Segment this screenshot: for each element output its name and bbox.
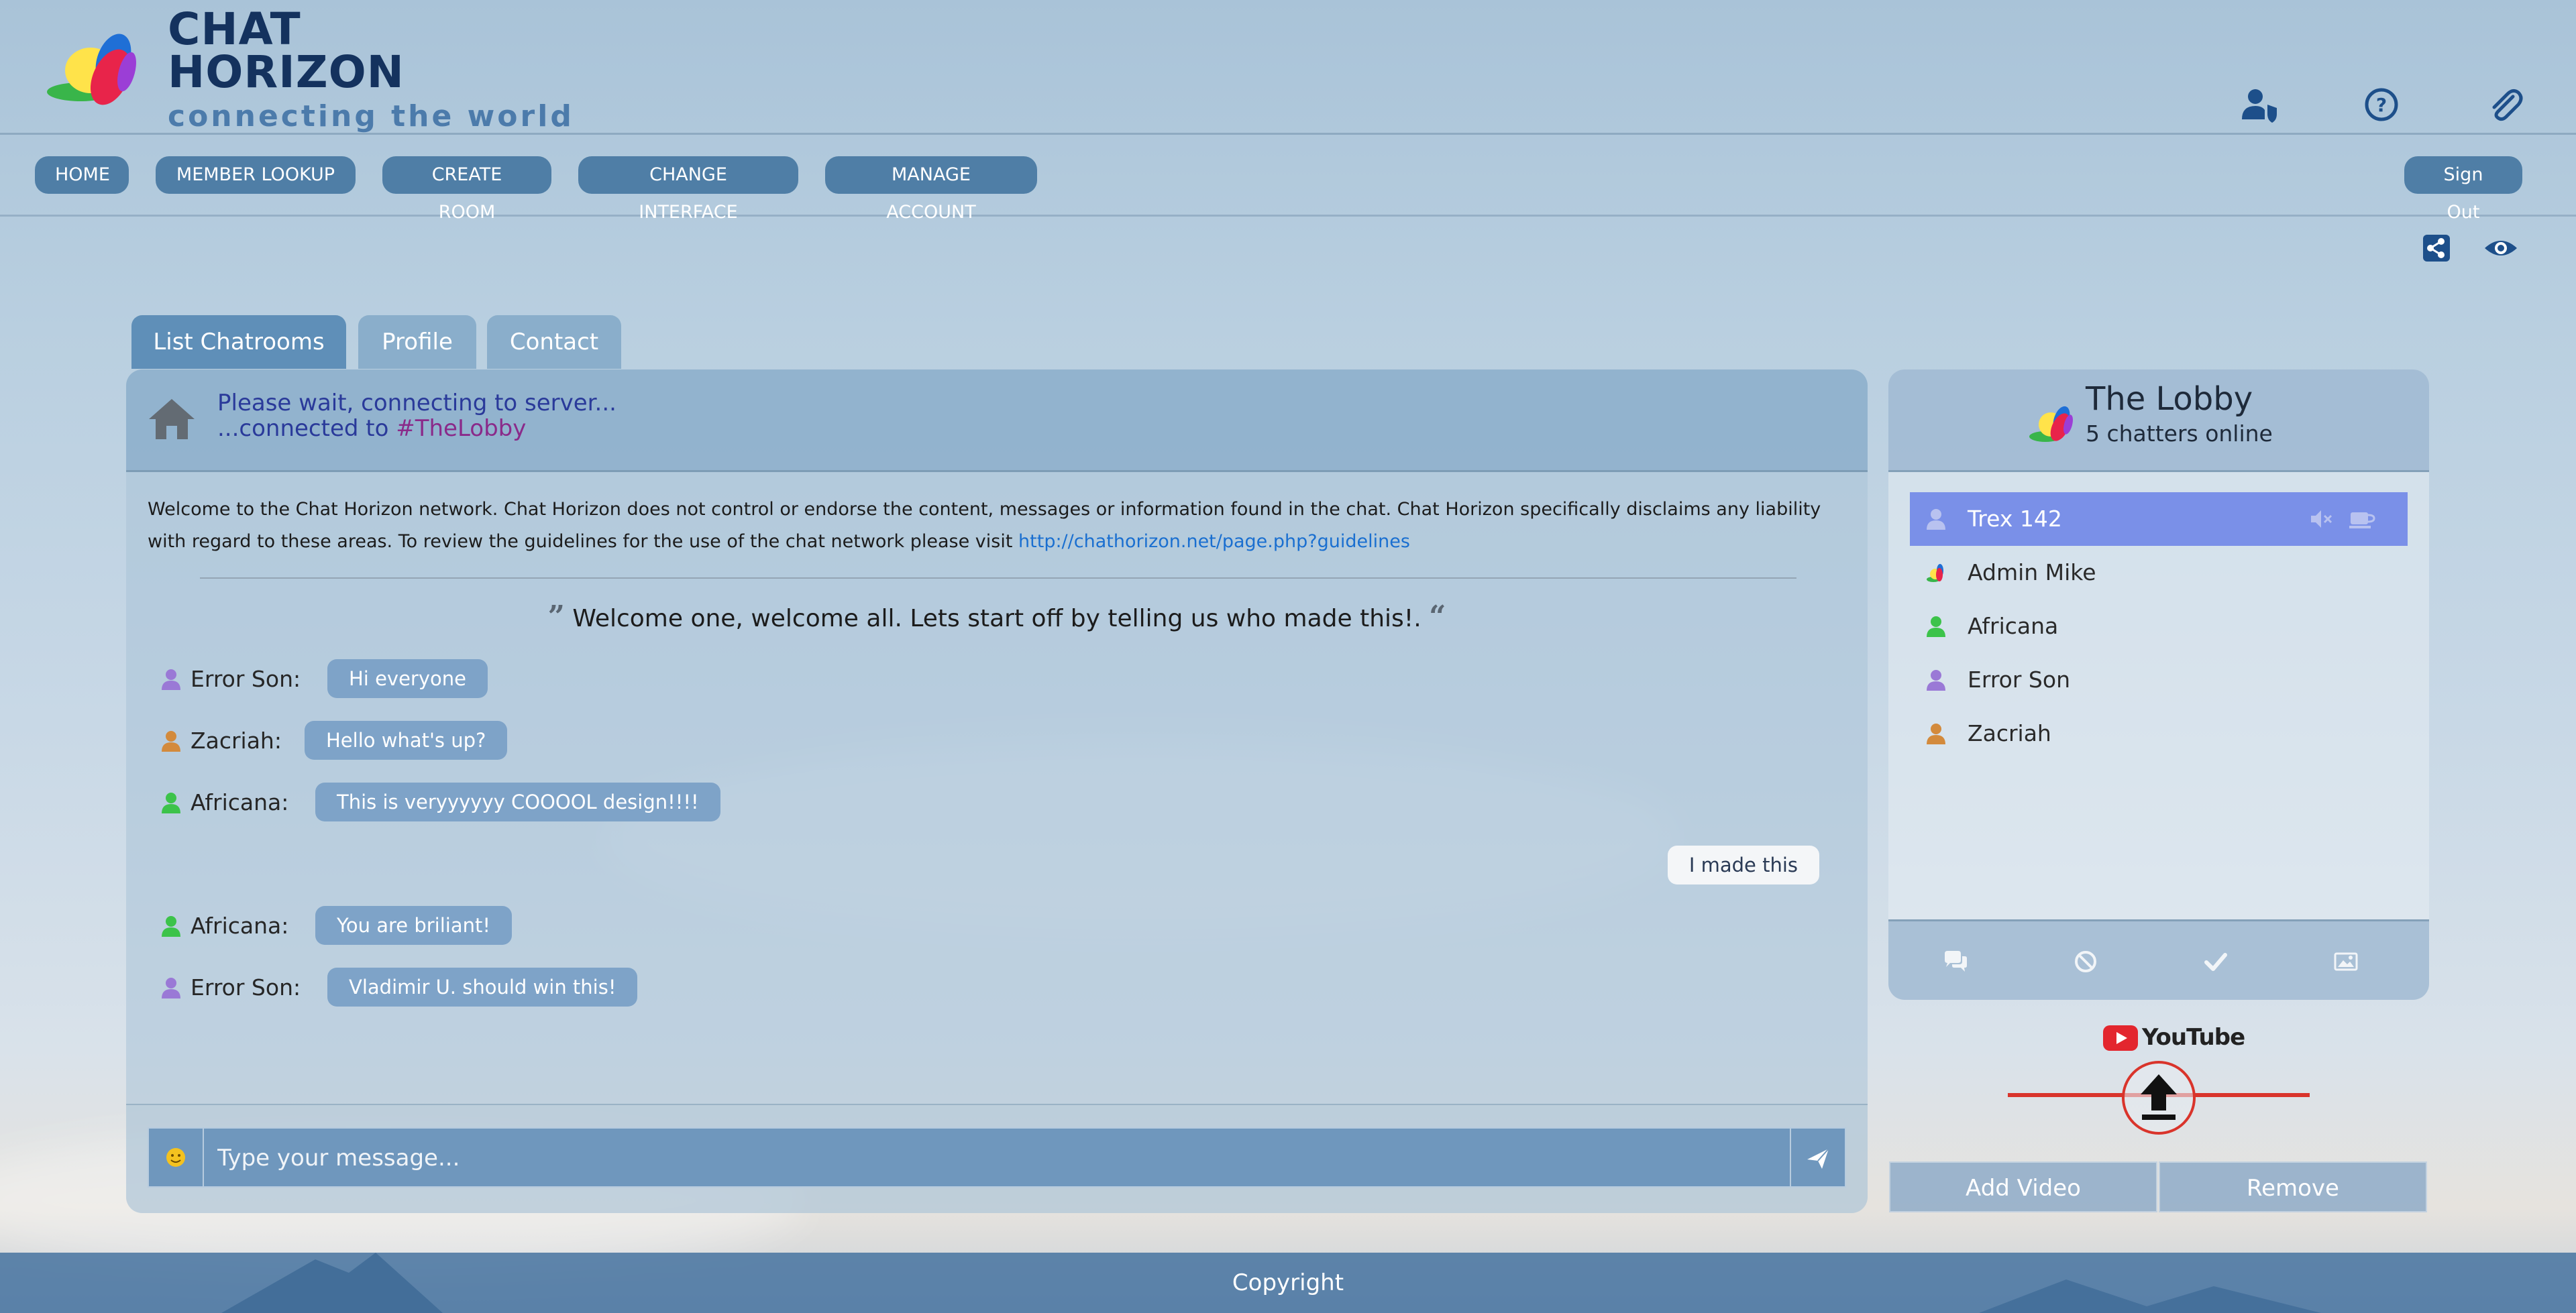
nav-member-lookup-button[interactable]: MEMBER LOOKUP: [156, 156, 356, 194]
chat-status-header: Please wait, connecting to server... ...…: [126, 369, 1868, 472]
sign-out-button[interactable]: Sign Out: [2404, 156, 2522, 223]
site-footer: Copyright: [0, 1253, 2576, 1313]
disclaimer: Welcome to the Chat Horizon network. Cha…: [148, 494, 1838, 558]
user-list-item[interactable]: Trex 142: [1910, 492, 2408, 546]
user-name: Africana: [1968, 613, 2059, 639]
connection-status: Please wait, connecting to server...: [217, 390, 616, 416]
message-author[interactable]: Africana:: [191, 789, 288, 815]
home-icon[interactable]: [146, 396, 197, 441]
own-message-bubble: I made this: [1667, 846, 1819, 884]
youtube-wordmark: YouTube: [2142, 1024, 2245, 1051]
user-icon: [162, 731, 180, 752]
chat-panel: Please wait, connecting to server... ...…: [126, 369, 1868, 1213]
quote-close-icon: “: [1429, 600, 1446, 634]
user-list-item[interactable]: Error Son: [1910, 653, 2408, 707]
user-icon: [1927, 724, 1945, 744]
message-author[interactable]: Africana:: [191, 913, 288, 939]
nav-manage-account-button[interactable]: MANAGE ACCOUNT: [825, 156, 1037, 223]
brand-title-line2: HORIZON: [168, 46, 405, 98]
user-name: Trex 142: [1968, 506, 2062, 532]
youtube-logo: YouTube: [2103, 1023, 2245, 1053]
user-icon: [1927, 670, 1945, 691]
user-shield-icon[interactable]: [2241, 86, 2278, 123]
user-icon: [162, 793, 180, 813]
brand-tagline: connecting the world: [168, 99, 574, 133]
eye-icon[interactable]: [2483, 233, 2518, 263]
message-author[interactable]: Zacriah:: [191, 728, 282, 754]
online-count: 5 chatters online: [2086, 420, 2273, 447]
share-icon[interactable]: [2422, 233, 2451, 263]
site-header: CHAT HORIZON connecting the world ?: [0, 0, 2576, 135]
image-icon[interactable]: [2332, 948, 2359, 975]
brand-title: CHAT HORIZON: [168, 3, 405, 98]
welcome-text: Welcome one, welcome all. Lets start off…: [572, 605, 1421, 632]
user-name: Admin Mike: [1968, 559, 2096, 585]
brand-title-line1: CHAT: [168, 3, 301, 55]
message-bubble: Hi everyone: [327, 659, 488, 698]
welcome-message: ” Welcome one, welcome all. Lets start o…: [126, 600, 1868, 634]
upload-arrow-icon: [2141, 1074, 2177, 1120]
user-list-item[interactable]: Africana: [1910, 600, 2408, 653]
user-list-item[interactable]: Zacriah: [1910, 707, 2408, 760]
nav-create-room-button[interactable]: CREATE ROOM: [382, 156, 551, 223]
send-icon[interactable]: [1790, 1129, 1845, 1186]
admin-logo-icon: [1927, 564, 1943, 582]
message-bubble: Vladimir U. should win this!: [327, 968, 638, 1007]
user-list-item[interactable]: Admin Mike: [1910, 546, 2408, 600]
room-users-panel: The Lobby 5 chatters online Trex 142 Adm…: [1888, 369, 2429, 1000]
video-upload-button[interactable]: [2122, 1061, 2196, 1135]
user-icon: [1927, 616, 1945, 637]
tab-profile[interactable]: Profile: [358, 315, 476, 369]
room-header: The Lobby 5 chatters online: [1888, 369, 2429, 472]
message-bubble: You are briliant!: [315, 906, 512, 945]
nav-home-button[interactable]: HOME: [35, 156, 129, 194]
message-bubble: This is veryyyyyy COOOOL design!!!!: [315, 783, 720, 821]
nav-change-interface-button[interactable]: CHANGE INTERFACE: [578, 156, 798, 223]
divider: [200, 577, 1796, 579]
room-name: The Lobby: [2086, 380, 2253, 418]
chat-bubbles-icon[interactable]: [1942, 948, 1969, 975]
add-video-button[interactable]: Add Video: [1889, 1161, 2157, 1212]
connected-room-status: ...connected to #TheLobby: [217, 415, 526, 442]
message-author[interactable]: Error Son:: [191, 666, 301, 692]
paperclip-icon[interactable]: [2486, 86, 2524, 123]
remove-video-button[interactable]: Remove: [2159, 1161, 2427, 1212]
message-bubble: Hello what's up?: [305, 721, 508, 760]
youtube-play-icon: [2103, 1025, 2138, 1051]
room-logo: [2029, 406, 2073, 442]
disclaimer-text: Welcome to the Chat Horizon network. Cha…: [148, 499, 1821, 552]
room-tag[interactable]: #TheLobby: [396, 415, 526, 442]
user-icon: [162, 669, 180, 690]
message-input[interactable]: [204, 1129, 1775, 1188]
coffee-cup-icon[interactable]: [2349, 508, 2375, 530]
help-circle-icon[interactable]: ?: [2363, 86, 2400, 123]
user-name: Error Son: [1968, 667, 2070, 693]
emoji-icon[interactable]: [149, 1129, 204, 1186]
svg-text:?: ?: [2376, 94, 2387, 116]
tab-list-chatrooms[interactable]: List Chatrooms: [131, 315, 346, 369]
user-icon: [162, 978, 180, 998]
user-icon: [162, 916, 180, 937]
user-name: Zacriah: [1968, 720, 2051, 746]
check-icon[interactable]: [2202, 948, 2229, 975]
room-toolbar: [1888, 919, 2429, 1000]
guidelines-link[interactable]: http://chathorizon.net/page.php?guidelin…: [1018, 531, 1410, 552]
message-composer: [148, 1127, 1846, 1188]
block-icon[interactable]: [2072, 948, 2099, 975]
chat-horizon-logo[interactable]: [44, 30, 144, 111]
user-icon: [1927, 509, 1945, 530]
mute-icon[interactable]: [2310, 508, 2332, 530]
message-author[interactable]: Error Son:: [191, 974, 301, 1001]
connected-prefix: ...connected to: [217, 415, 396, 442]
quote-open-icon: ”: [547, 600, 565, 634]
tab-contact[interactable]: Contact: [487, 315, 621, 369]
